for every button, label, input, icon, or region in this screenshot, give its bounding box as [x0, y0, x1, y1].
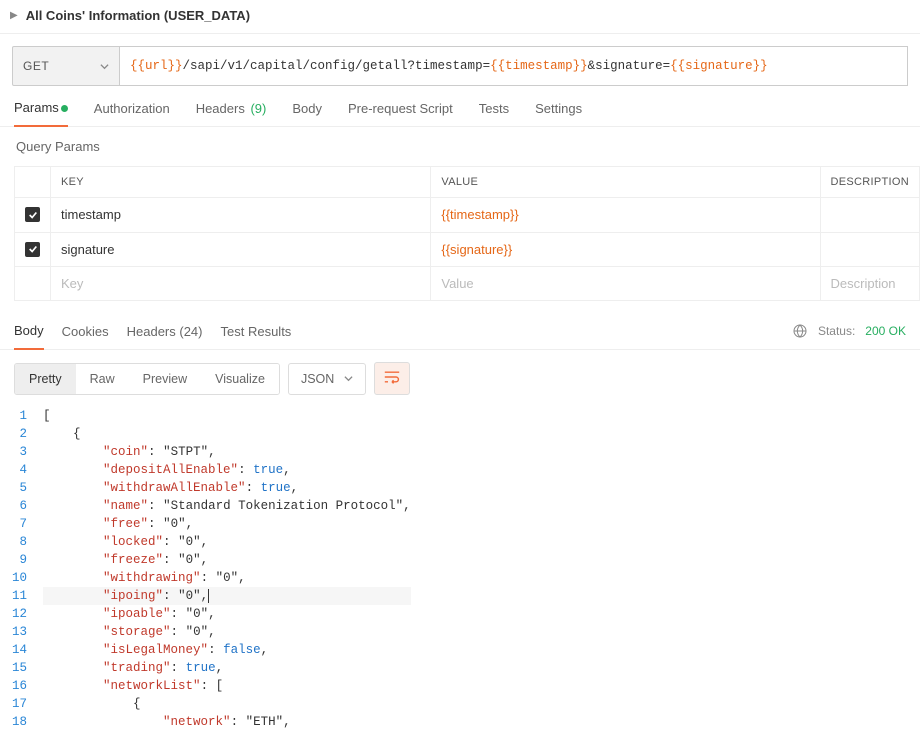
response-lang-label: JSON — [301, 372, 334, 386]
param-row: timestamp {{timestamp}} — [15, 198, 920, 233]
query-params-label: Query Params — [0, 127, 920, 166]
url-input[interactable]: {{url}}/sapi/v1/capital/config/getall?ti… — [120, 46, 908, 86]
resp-tab-headers-count: (24) — [179, 324, 202, 339]
param-value-cell[interactable]: {{timestamp}} — [431, 198, 820, 233]
view-pretty-button[interactable]: Pretty — [15, 364, 76, 394]
response-view-bar: Pretty Raw Preview Visualize JSON — [0, 350, 920, 407]
wrap-icon — [384, 370, 400, 384]
tab-prerequest[interactable]: Pre-request Script — [348, 101, 453, 126]
param-header-description: DESCRIPTION — [820, 167, 919, 198]
url-var-base: {{url}} — [130, 59, 183, 73]
view-mode-segment: Pretty Raw Preview Visualize — [14, 363, 280, 395]
param-desc-input[interactable]: Description — [820, 267, 919, 301]
param-header-check — [15, 167, 51, 198]
tab-params[interactable]: Params — [14, 100, 68, 127]
param-key-cell[interactable]: signature — [51, 232, 431, 267]
param-desc-cell[interactable] — [820, 198, 919, 233]
tab-headers-label: Headers — [196, 101, 245, 116]
param-row: signature {{signature}} — [15, 232, 920, 267]
http-method-label: GET — [23, 59, 49, 73]
param-key-cell[interactable]: timestamp — [51, 198, 431, 233]
resp-tab-test-results[interactable]: Test Results — [221, 324, 292, 349]
resp-tab-headers-label: Headers — [127, 324, 176, 339]
response-body[interactable]: 123456789101112131415161718 [ { "coin": … — [0, 407, 920, 731]
line-gutter: 123456789101112131415161718 — [12, 407, 43, 731]
view-raw-button[interactable]: Raw — [76, 364, 129, 394]
param-checkbox[interactable] — [25, 207, 40, 222]
resp-tab-headers[interactable]: Headers (24) — [127, 324, 203, 349]
status-value: 200 OK — [865, 324, 906, 338]
http-method-dropdown[interactable]: GET — [12, 46, 120, 86]
request-url-bar: GET {{url}}/sapi/v1/capital/config/getal… — [12, 46, 908, 86]
tab-params-label: Params — [14, 100, 59, 115]
chevron-right-icon: ▶ — [10, 10, 18, 21]
params-modified-dot — [61, 105, 68, 112]
view-preview-button[interactable]: Preview — [129, 364, 201, 394]
url-var-signature: {{signature}} — [670, 59, 768, 73]
globe-icon[interactable] — [792, 323, 808, 339]
param-desc-cell[interactable] — [820, 232, 919, 267]
param-key-input[interactable]: Key — [51, 267, 431, 301]
wrap-lines-button[interactable] — [374, 362, 410, 395]
param-row-new: Key Value Description — [15, 267, 920, 301]
url-var-timestamp: {{timestamp}} — [490, 59, 588, 73]
status-label: Status: — [818, 324, 855, 338]
param-value-input[interactable]: Value — [431, 267, 820, 301]
tab-settings[interactable]: Settings — [535, 101, 582, 126]
tab-authorization[interactable]: Authorization — [94, 101, 170, 126]
request-collapse-header[interactable]: ▶ All Coins' Information (USER_DATA) — [0, 0, 920, 34]
resp-tab-cookies[interactable]: Cookies — [62, 324, 109, 349]
request-tabs: Params Authorization Headers (9) Body Pr… — [0, 86, 920, 127]
request-title: All Coins' Information (USER_DATA) — [26, 8, 250, 23]
view-visualize-button[interactable]: Visualize — [201, 364, 279, 394]
tab-body[interactable]: Body — [292, 101, 322, 126]
response-tabs: Body Cookies Headers (24) Test Results S… — [0, 301, 920, 350]
tab-headers-count: (9) — [250, 101, 266, 116]
response-lang-dropdown[interactable]: JSON — [288, 363, 366, 395]
url-sig-sep: &signature= — [588, 59, 671, 73]
param-checkbox[interactable] — [25, 242, 40, 257]
tab-tests[interactable]: Tests — [479, 101, 509, 126]
param-header-key: KEY — [51, 167, 431, 198]
tab-headers[interactable]: Headers (9) — [196, 101, 267, 126]
code-content: [ { "coin": "STPT", "depositAllEnable": … — [43, 407, 411, 731]
param-value-cell[interactable]: {{signature}} — [431, 232, 820, 267]
resp-tab-body[interactable]: Body — [14, 323, 44, 350]
param-checkbox-empty[interactable] — [15, 267, 51, 301]
chevron-down-icon — [100, 62, 109, 71]
chevron-down-icon — [344, 374, 353, 383]
param-header-value: VALUE — [431, 167, 820, 198]
url-path: /sapi/v1/capital/config/getall?timestamp… — [183, 59, 491, 73]
query-params-table: KEY VALUE DESCRIPTION timestamp {{timest… — [14, 166, 920, 301]
